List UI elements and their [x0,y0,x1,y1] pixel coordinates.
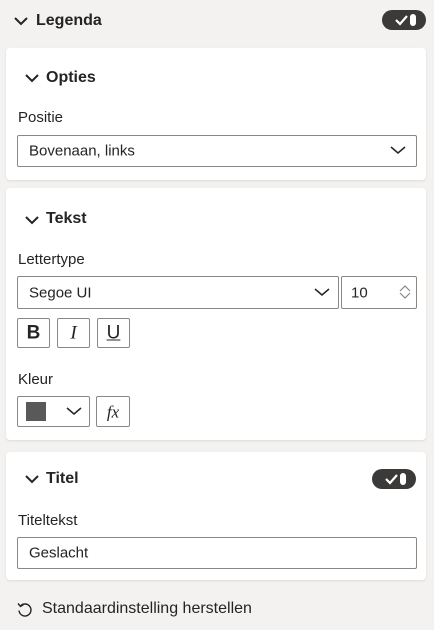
title-text-input[interactable]: Geslacht [17,537,417,569]
bold-button[interactable]: B [17,318,50,348]
title-section-title: Titel [46,470,79,487]
dropdown-arrow-icon [66,403,82,421]
toggle-check-icon [385,473,406,485]
font-size-value: 10 [351,284,368,301]
reset-icon [16,601,34,624]
legend-section-header[interactable]: Legenda [0,0,434,42]
chevron-down-icon [24,72,40,84]
legend-title: Legenda [36,12,102,29]
chevron-down-icon [24,473,40,485]
options-card: Opties Positie Bovenaan, links [6,48,426,180]
font-label: Lettertype [18,251,85,268]
font-dropdown[interactable]: Segoe UI [17,276,339,309]
legend-toggle[interactable] [382,10,426,30]
position-dropdown[interactable]: Bovenaan, links [17,135,417,167]
position-label: Positie [18,109,64,126]
underline-button[interactable]: U [97,318,130,348]
dropdown-arrow-icon [390,142,406,160]
spin-down-icon[interactable] [399,287,411,305]
italic-button[interactable]: I [57,318,90,348]
color-picker[interactable] [17,396,90,427]
fx-button[interactable]: fx [96,396,130,427]
toggle-check-icon [395,14,416,26]
title-section-header[interactable]: Titel [6,452,366,496]
position-value: Bovenaan, links [29,142,135,160]
chevron-down-icon [13,15,29,27]
text-title: Tekst [46,210,87,227]
title-text-label: Titeltekst [18,512,78,529]
chevron-down-icon [24,214,40,226]
reset-label: Standaardinstelling herstellen [42,600,252,617]
font-size-stepper[interactable]: 10 [341,276,417,309]
options-title: Opties [46,69,96,86]
color-swatch [26,402,46,421]
text-card: Tekst Lettertype Segoe UI 10 B I U Kleur… [6,188,426,440]
title-text-value: Geslacht [29,544,89,562]
options-section-header[interactable]: Opties [6,48,426,92]
underline-label: U [106,322,121,344]
color-label: Kleur [18,371,54,388]
title-toggle[interactable] [372,469,416,489]
title-card: Titel Titeltekst Geslacht [6,452,426,580]
font-value: Segoe UI [29,284,92,301]
dropdown-arrow-icon [314,284,330,302]
italic-label: I [70,322,77,344]
fx-label: fx [106,402,120,421]
text-section-header[interactable]: Tekst [6,188,426,232]
bold-label: B [26,322,41,344]
